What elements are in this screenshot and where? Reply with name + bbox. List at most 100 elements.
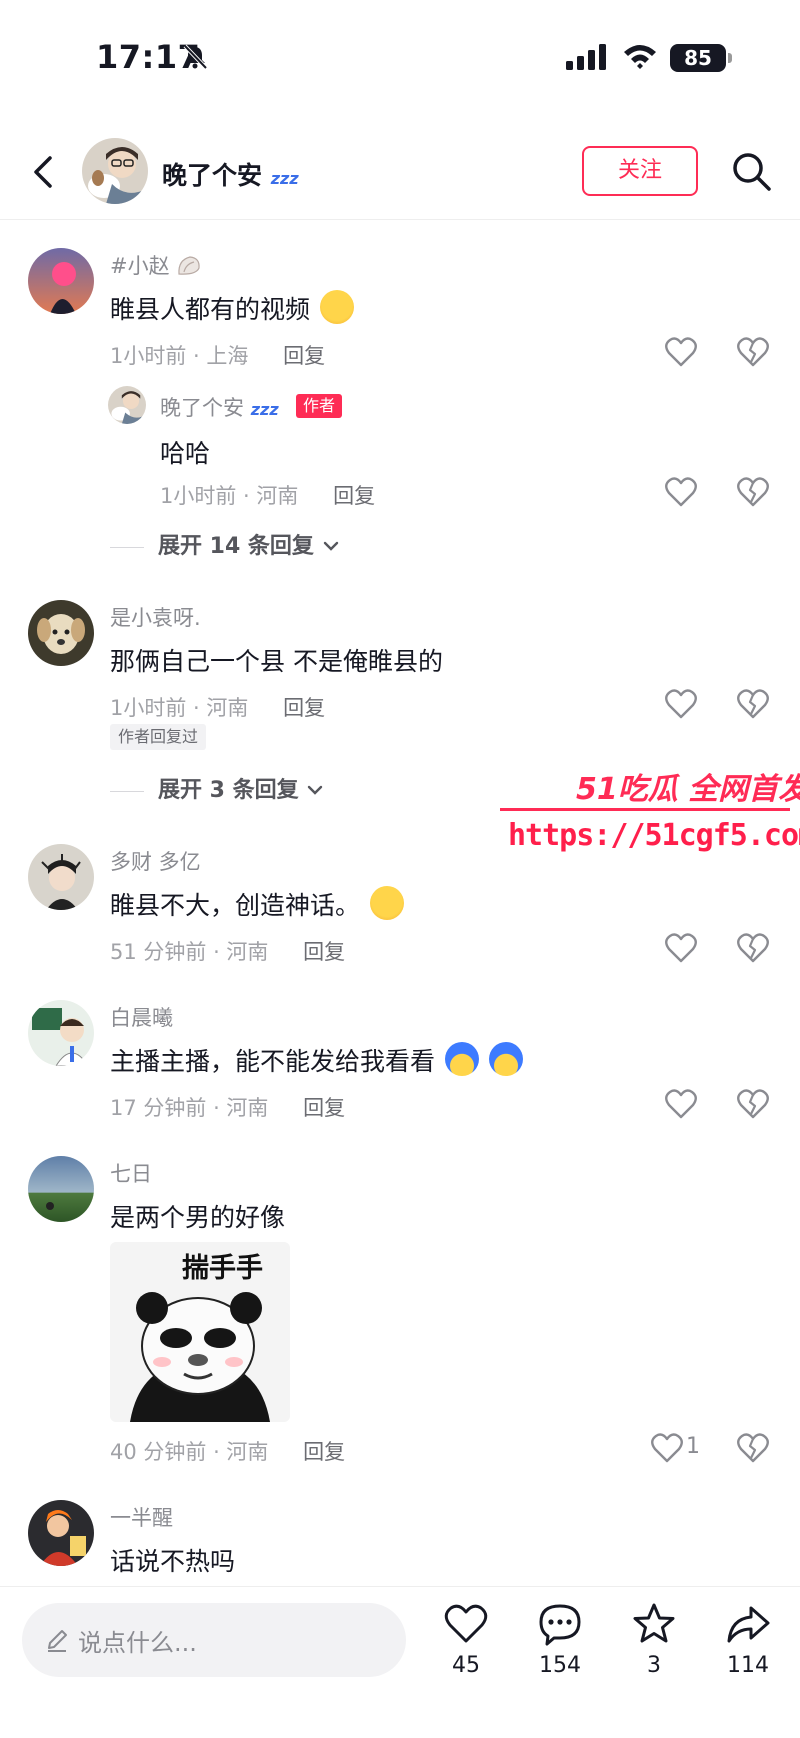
commenter-name[interactable]: 多财 多亿 xyxy=(110,846,201,876)
commenter-name[interactable]: 白晨曦 xyxy=(110,1002,173,1032)
grin-sweat-emoji-icon xyxy=(369,886,404,920)
back-icon[interactable] xyxy=(26,152,60,192)
bottom-action-bar: 说点什么... 45 154 3 114 xyxy=(0,1586,800,1738)
sleep-zzz: zzz xyxy=(250,400,279,419)
commenter-name-text: #小赵 xyxy=(110,254,170,278)
like-count: 1 xyxy=(686,1434,700,1459)
dislike-broken-heart-icon[interactable] xyxy=(736,1088,770,1120)
commenter-avatar[interactable] xyxy=(28,844,94,910)
favorite-count: 3 xyxy=(647,1653,661,1678)
dislike-broken-heart-icon[interactable] xyxy=(736,476,770,508)
hot-face-emoji-icon xyxy=(319,290,354,324)
commenter-name[interactable]: 一半醒 xyxy=(110,1502,173,1532)
comment-time-location: 40 分钟前 · 河南 xyxy=(110,1440,269,1464)
sleep-zzz: zzz xyxy=(270,169,299,188)
conch-shell-icon xyxy=(178,256,200,275)
commenter-name[interactable]: #小赵 xyxy=(110,250,202,280)
dislike-broken-heart-icon[interactable] xyxy=(736,932,770,964)
reply-button[interactable]: 回复 xyxy=(283,344,325,368)
author-name-text: 晚了个安 xyxy=(162,161,263,190)
like-heart-icon[interactable] xyxy=(664,336,698,368)
comment-meta: 1小时前 · 河南 回复 xyxy=(110,692,325,722)
header: 晚了个安 zzz 关注 xyxy=(0,130,800,220)
search-icon[interactable] xyxy=(730,150,772,192)
commenter-avatar[interactable] xyxy=(28,1156,94,1222)
like-count: 45 xyxy=(452,1653,480,1678)
status-bar: 17:17 85 xyxy=(0,0,800,110)
comment-time-location: 17 分钟前 · 河南 xyxy=(110,1096,269,1120)
commenter-avatar[interactable] xyxy=(28,600,94,666)
comment-bubble-icon xyxy=(539,1604,581,1646)
favorite-button[interactable]: 3 xyxy=(614,1601,694,1701)
commenter-avatar[interactable] xyxy=(28,1500,94,1566)
comment-text: 是两个男的好像 xyxy=(110,1203,286,1232)
commenter-avatar[interactable] xyxy=(28,1000,94,1066)
commenter-name[interactable]: 七日 xyxy=(110,1158,152,1188)
expand-replies-label: 展开 14 条回复 xyxy=(158,534,314,559)
divider xyxy=(110,790,144,792)
pencil-icon xyxy=(48,1630,67,1652)
like-heart-icon[interactable] xyxy=(664,1088,698,1120)
reply-time-location: 1小时前 · 河南 xyxy=(160,484,299,508)
comment-text: 话说不热吗 xyxy=(110,1547,236,1576)
reply-button[interactable]: 回复 xyxy=(283,696,325,720)
reply-author-avatar[interactable] xyxy=(108,386,146,424)
reply-button[interactable]: 回复 xyxy=(303,940,345,964)
comment-time-location: 1小时前 · 河南 xyxy=(110,696,249,720)
reply-author-name-text: 晚了个安 xyxy=(160,396,244,420)
author-badge: 作者 xyxy=(296,394,343,418)
bell-muted-icon xyxy=(183,44,208,70)
follow-button[interactable]: 关注 xyxy=(582,146,698,196)
expand-replies-button[interactable]: 展开 3 条回复 xyxy=(110,772,324,804)
star-icon xyxy=(633,1603,675,1643)
dislike-broken-heart-icon[interactable] xyxy=(736,688,770,720)
dislike-broken-heart-icon[interactable] xyxy=(736,1432,770,1464)
input-placeholder: 说点什么... xyxy=(78,1629,197,1657)
divider xyxy=(110,546,144,548)
reply-button[interactable]: 回复 xyxy=(303,1440,345,1464)
like-button[interactable]: 45 xyxy=(426,1601,506,1701)
comment-text: 睢县不大，创造神话。 xyxy=(110,886,404,922)
comment-time-location: 51 分钟前 · 河南 xyxy=(110,940,269,964)
chevron-down-icon xyxy=(323,541,338,551)
share-button[interactable]: 114 xyxy=(708,1601,788,1701)
comment-button[interactable]: 154 xyxy=(520,1601,600,1701)
wifi-icon xyxy=(624,45,656,69)
dislike-broken-heart-icon[interactable] xyxy=(736,336,770,368)
expand-replies-button[interactable]: 展开 14 条回复 xyxy=(110,528,340,560)
expand-replies-label: 展开 3 条回复 xyxy=(158,778,299,803)
comment-count: 154 xyxy=(539,1653,581,1678)
comment-text-body: 睢县人都有的视频 xyxy=(110,295,311,324)
like-heart-icon[interactable] xyxy=(664,688,698,720)
commenter-avatar[interactable] xyxy=(28,248,94,314)
comment-text-body: 主播主播，能不能发给我看看 xyxy=(110,1047,436,1076)
comment-input[interactable]: 说点什么... xyxy=(22,1603,406,1677)
comment-text: 主播主播，能不能发给我看看 xyxy=(110,1042,523,1078)
author-name[interactable]: 晚了个安 zzz xyxy=(162,156,299,192)
heart-icon xyxy=(444,1604,488,1643)
watermark: 51吃瓜 全网首发 https://51cgf5.com xyxy=(500,764,800,864)
comment-time-location: 1小时前 · 上海 xyxy=(110,344,249,368)
watermark-brand: 51吃瓜 全网首发 xyxy=(576,772,800,807)
like-heart-icon[interactable] xyxy=(650,1432,684,1464)
comment-meta: 1小时前 · 上海 回复 xyxy=(110,340,325,370)
sticker-caption: 揣手手 xyxy=(182,1253,263,1284)
comment-text-body: 睢县不大，创造神话。 xyxy=(110,891,361,920)
author-avatar[interactable] xyxy=(82,138,148,204)
reply-author-name[interactable]: 晚了个安 zzz xyxy=(160,392,279,422)
reply-text: 哈哈 xyxy=(160,439,211,468)
comment-text: 那俩自己一个县 不是俺睢县的 xyxy=(110,647,443,676)
comment-meta: 17 分钟前 · 河南 回复 xyxy=(110,1092,345,1122)
cellular-signal-icon xyxy=(566,44,606,70)
blue-hair-emoji-icon xyxy=(444,1042,479,1076)
like-heart-icon[interactable] xyxy=(664,932,698,964)
comment-meta: 51 分钟前 · 河南 回复 xyxy=(110,936,345,966)
commenter-name[interactable]: 是小袁呀. xyxy=(110,602,201,632)
reply-button[interactable]: 回复 xyxy=(333,484,375,508)
like-heart-icon[interactable] xyxy=(664,476,698,508)
battery-indicator: 85 xyxy=(670,44,732,72)
blue-hair-emoji-icon xyxy=(488,1042,523,1076)
panda-sticker-image[interactable]: 揣手手 xyxy=(110,1242,290,1422)
reply-button[interactable]: 回复 xyxy=(303,1096,345,1120)
comment-meta: 40 分钟前 · 河南 回复 xyxy=(110,1436,345,1466)
